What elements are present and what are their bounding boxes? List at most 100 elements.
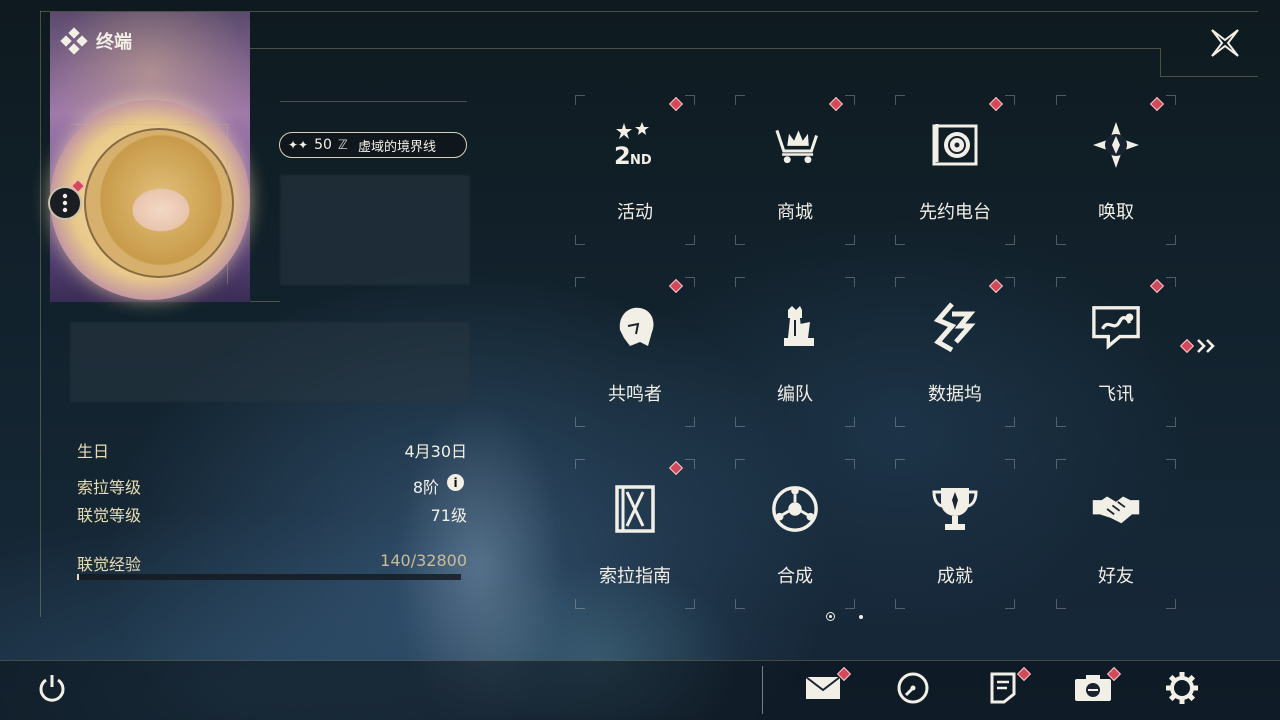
level-world-pill: ✦✦ 50 ℤ 虚域的境界线 xyxy=(279,132,467,158)
frame-right-curve xyxy=(1160,48,1161,76)
birthday-label: 生日 xyxy=(77,442,110,461)
tile-corner xyxy=(845,459,855,469)
world-icon: ℤ xyxy=(337,138,348,153)
page-title: 终端 xyxy=(96,32,132,53)
notification-badge xyxy=(988,96,1004,112)
tile-corner xyxy=(1056,599,1066,609)
tile-corner xyxy=(895,417,905,427)
notification-badge xyxy=(1149,96,1165,112)
menu-tile-label: 先约电台 xyxy=(919,202,991,223)
signature-redacted xyxy=(70,322,470,402)
svg-text:2: 2 xyxy=(614,142,631,170)
menu-tile-3[interactable]: 先约电台 xyxy=(895,95,1015,245)
chess-team-icon xyxy=(770,302,820,352)
menu-tile-10[interactable]: 合成 xyxy=(735,459,855,609)
tile-corner xyxy=(1005,235,1015,245)
menu-tile-label: 飞讯 xyxy=(1098,384,1134,405)
tile-corner xyxy=(735,459,745,469)
name-underline xyxy=(280,101,467,102)
menu-tile-11[interactable]: 成就 xyxy=(895,459,1015,609)
tile-corner xyxy=(845,599,855,609)
tile-corner xyxy=(685,599,695,609)
page-indicator xyxy=(826,612,863,621)
trophy-icon xyxy=(930,484,980,534)
tile-corner xyxy=(735,277,745,287)
tile-corner xyxy=(1166,599,1176,609)
menu-tile-5[interactable]: 共鸣者 xyxy=(575,277,695,427)
menu-tile-12[interactable]: 好友 xyxy=(1056,459,1176,609)
info-icon[interactable]: i xyxy=(447,474,464,491)
menu-tile-label: 唤取 xyxy=(1098,202,1134,223)
guidebook-icon xyxy=(610,484,660,534)
notification-badge xyxy=(668,96,684,112)
settings-button[interactable] xyxy=(1162,668,1202,708)
exp-progress-fill xyxy=(77,574,79,580)
terminal-icon xyxy=(60,27,88,55)
notification-badge xyxy=(668,278,684,294)
sol-rank-value: 8阶 xyxy=(412,478,439,497)
data-dock-icon xyxy=(930,302,980,352)
avatar[interactable] xyxy=(84,128,234,278)
power-button[interactable] xyxy=(32,668,72,708)
menu-tile-7[interactable]: 数据坞 xyxy=(895,277,1015,427)
tile-corner xyxy=(1166,95,1176,105)
menu-tile-4[interactable]: 唤取 xyxy=(1056,95,1176,245)
camera-icon xyxy=(1075,675,1111,701)
avatar-frame-box xyxy=(70,124,228,125)
handshake-icon xyxy=(1091,484,1141,534)
tile-corner xyxy=(575,599,585,609)
bottom-divider xyxy=(762,666,763,714)
next-page-button[interactable] xyxy=(1179,338,1218,354)
mail-icon xyxy=(805,676,841,699)
tile-corner xyxy=(845,277,855,287)
menu-tile-1[interactable]: 2 ND 活动 xyxy=(575,95,695,245)
tile-corner xyxy=(845,235,855,245)
tile-corner xyxy=(1005,599,1015,609)
tile-corner xyxy=(1166,235,1176,245)
tile-corner xyxy=(1005,95,1015,105)
event-2nd-icon: 2 ND xyxy=(610,120,660,170)
menu-tile-label: 活动 xyxy=(617,202,653,223)
close-button[interactable] xyxy=(1206,24,1244,62)
tile-corner xyxy=(685,95,695,105)
exp-progress-bar xyxy=(77,574,461,580)
tile-corner xyxy=(895,599,905,609)
world-name: 虚域的境界线 xyxy=(357,139,436,155)
gacha-compass-icon xyxy=(1091,120,1141,170)
tile-corner xyxy=(845,417,855,427)
tile-corner xyxy=(1005,459,1015,469)
page-dot[interactable] xyxy=(859,614,863,619)
page-header: 终端 xyxy=(60,27,132,55)
double-chevron-right-icon xyxy=(1197,339,1215,353)
frame-inner-line xyxy=(250,48,1160,49)
tile-corner xyxy=(1005,417,1015,427)
frame-left-line xyxy=(40,11,41,617)
notification-badge xyxy=(828,96,844,112)
more-dots-icon xyxy=(62,193,68,213)
union-exp-value: 140/32800 xyxy=(380,551,467,570)
sparkle-icon: ✦✦ xyxy=(288,138,309,152)
page-dot-active[interactable] xyxy=(826,612,835,621)
tile-corner xyxy=(895,235,905,245)
menu-tile-8[interactable]: 飞讯 xyxy=(1056,277,1176,427)
menu-tile-6[interactable]: 编队 xyxy=(735,277,855,427)
notification-badge xyxy=(1149,278,1165,294)
menu-tile-label: 成就 xyxy=(937,566,973,587)
menu-tile-label: 商城 xyxy=(777,202,813,223)
tile-corner xyxy=(685,235,695,245)
message-chat-icon xyxy=(1091,302,1141,352)
menu-tile-2[interactable]: 商城 xyxy=(735,95,855,245)
notification-badge xyxy=(668,460,684,476)
sol-rank-label: 索拉等级 xyxy=(77,478,142,497)
clock-icon xyxy=(897,672,929,704)
clock-button[interactable] xyxy=(893,668,933,708)
union-level-label: 联觉等级 xyxy=(77,506,142,525)
radio-icon xyxy=(930,120,980,170)
tile-corner xyxy=(1056,95,1066,105)
synthesis-icon xyxy=(770,484,820,534)
gear-icon xyxy=(1166,672,1198,704)
tile-corner xyxy=(735,417,745,427)
tile-corner xyxy=(1166,417,1176,427)
menu-tile-9[interactable]: 索拉指南 xyxy=(575,459,695,609)
frame-right-top xyxy=(1160,76,1258,77)
